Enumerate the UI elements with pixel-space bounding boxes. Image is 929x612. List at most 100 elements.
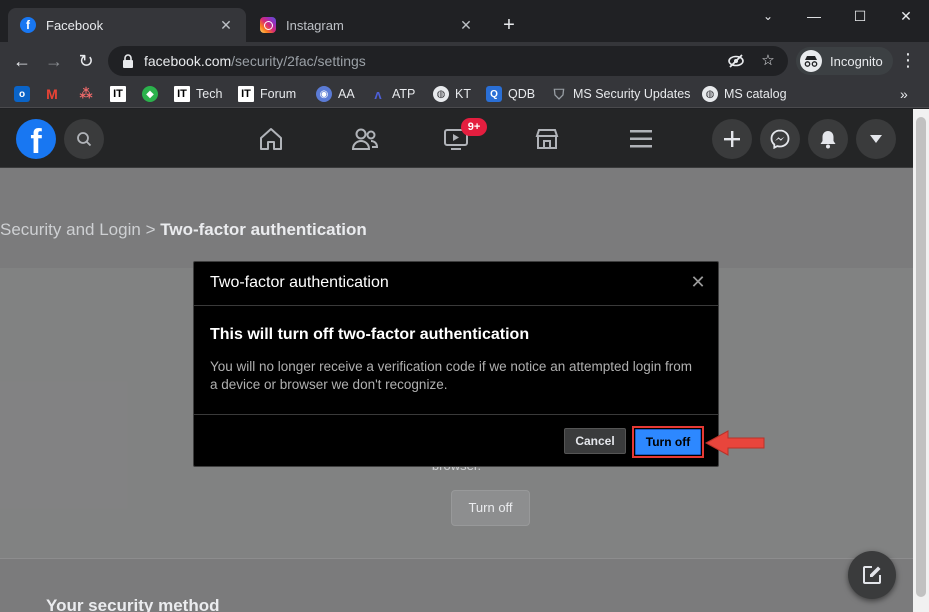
highlight-box: Turn off: [632, 426, 704, 458]
bookmark-label: ATP: [392, 87, 416, 101]
gmail-icon: M: [46, 86, 58, 102]
close-window-button[interactable]: ✕: [883, 4, 929, 28]
bookmarks-bar: o M ⁂ IT ◆ IT Tech IT Forum ◉ AA ᴧ ATP ◍ KT Q…: [0, 80, 929, 108]
incognito-icon: [800, 50, 822, 72]
messenger-icon: [770, 129, 790, 149]
kebab-menu-icon[interactable]: ⋮: [898, 50, 918, 71]
confirm-dialog: Two-factor authentication ✕ This will tu…: [193, 261, 719, 467]
bookmark-label: MS catalog: [724, 87, 787, 101]
annotation-arrow-icon: [704, 430, 765, 456]
bookmark-tech[interactable]: IT Tech: [174, 84, 222, 104]
bell-icon: [820, 131, 836, 149]
home-icon: [260, 128, 282, 150]
bookmark-label: QDB: [508, 87, 536, 101]
hamburger-menu-icon: [630, 130, 652, 148]
back-arrow-icon[interactable]: ←: [10, 49, 34, 73]
outlook-icon: o: [14, 86, 30, 102]
facebook-search-button[interactable]: [64, 119, 104, 159]
asana-icon: ⁂: [79, 86, 93, 101]
compose-edit-icon: [863, 566, 881, 584]
friends-nav[interactable]: [349, 123, 381, 155]
feedly-icon: ◆: [142, 86, 158, 102]
bookmark-outlook[interactable]: o: [14, 84, 36, 104]
bookmark-star-icon[interactable]: ☆: [759, 52, 777, 70]
dialog-heading: This will turn off two-factor authentica…: [210, 326, 530, 343]
shield-icon: ⛉: [553, 85, 565, 102]
lock-icon: [123, 54, 133, 68]
bookmark-aa[interactable]: ◉ AA: [316, 84, 355, 104]
notifications-button[interactable]: [808, 119, 848, 159]
new-message-button[interactable]: [848, 551, 896, 599]
minimize-button[interactable]: —: [791, 4, 837, 28]
create-button[interactable]: [712, 119, 752, 159]
globe-icon: ◍: [433, 86, 449, 102]
bookmark-label: AA: [338, 87, 355, 101]
incognito-label: Incognito: [830, 53, 883, 69]
it-icon: IT: [174, 86, 190, 102]
facebook-logo-icon[interactable]: f: [16, 119, 56, 159]
it-icon: IT: [238, 86, 254, 102]
menu-nav[interactable]: [625, 123, 657, 155]
bookmark-forum[interactable]: IT Forum: [238, 84, 296, 104]
globe-icon: ◍: [702, 86, 718, 102]
home-nav[interactable]: [255, 123, 287, 155]
bookmark-label: Tech: [196, 87, 223, 101]
page-scrollbar[interactable]: [913, 109, 929, 612]
browser-toolbar: ← → ↻ facebook.com/security/2fac/setting…: [0, 42, 929, 80]
bookmark-atp[interactable]: ᴧ ATP: [370, 84, 415, 104]
tab-strip: f Facebook ✕ Instagram ✕ + ⌄ — ☐ ✕: [0, 0, 929, 42]
close-tab-icon[interactable]: ✕: [458, 17, 474, 34]
close-icon[interactable]: ✕: [690, 273, 706, 291]
eye-icon: ◉: [316, 86, 332, 102]
bookmarks-overflow-icon[interactable]: »: [900, 84, 908, 104]
tab-facebook[interactable]: f Facebook ✕: [8, 8, 246, 42]
bookmark-label: KT: [455, 87, 471, 101]
new-tab-button[interactable]: +: [498, 14, 520, 36]
account-button[interactable]: [856, 119, 896, 159]
dialog-divider: [194, 414, 718, 415]
address-bar[interactable]: facebook.com/security/2fac/settings ☆: [108, 46, 788, 76]
bookmark-feedly[interactable]: ◆: [142, 84, 164, 104]
messenger-button[interactable]: [760, 119, 800, 159]
tab-instagram[interactable]: Instagram ✕: [248, 8, 486, 42]
dialog-title: Two-factor authentication: [210, 274, 389, 291]
plus-icon: [724, 131, 740, 147]
turn-off-button[interactable]: Turn off: [635, 429, 701, 455]
bookmark-kt[interactable]: ◍ KT: [433, 84, 471, 104]
it-icon: IT: [110, 86, 126, 102]
tab-title: Facebook: [46, 17, 104, 33]
tab-title: Instagram: [286, 17, 344, 33]
bookmark-label: MS Security Updates: [573, 87, 691, 101]
caret-down-icon: [870, 135, 882, 143]
dialog-body-text: You will no longer receive a verificatio…: [210, 359, 693, 392]
close-tab-icon[interactable]: ✕: [218, 17, 234, 34]
scrollbar-thumb[interactable]: [916, 117, 926, 597]
url-host: facebook.com: [144, 53, 232, 69]
maximize-button[interactable]: ☐: [837, 4, 883, 28]
reload-icon[interactable]: ↻: [74, 49, 98, 73]
bookmark-qdb[interactable]: Q QDB: [486, 84, 535, 104]
bookmark-it[interactable]: IT: [110, 84, 132, 104]
atp-icon: ᴧ: [374, 86, 382, 102]
facebook-favicon-icon: f: [20, 17, 36, 33]
q-icon: Q: [486, 86, 502, 102]
marketplace-nav[interactable]: [531, 123, 563, 155]
bookmark-ms-security-updates[interactable]: ⛉ MS Security Updates: [551, 84, 691, 104]
bookmark-label: Forum: [260, 87, 297, 101]
friends-icon: [351, 128, 379, 150]
incognito-profile-button[interactable]: Incognito: [796, 47, 893, 75]
bookmark-asana[interactable]: ⁂: [78, 84, 100, 104]
eye-slash-icon[interactable]: [727, 52, 745, 70]
dialog-divider: [194, 305, 718, 306]
instagram-favicon-icon: [260, 17, 276, 33]
url-path: /security/2fac/settings: [231, 53, 366, 69]
watch-notification-badge: 9+: [461, 118, 487, 136]
tab-search-chevron-icon[interactable]: ⌄: [745, 4, 791, 28]
forward-arrow-icon[interactable]: →: [42, 49, 66, 73]
search-icon: [77, 132, 92, 147]
facebook-top-bar: f: [0, 109, 913, 168]
bookmark-gmail[interactable]: M: [44, 84, 66, 104]
bookmark-ms-catalog[interactable]: ◍ MS catalog: [702, 84, 787, 104]
marketplace-store-icon: [535, 129, 559, 149]
cancel-button[interactable]: Cancel: [564, 428, 626, 454]
